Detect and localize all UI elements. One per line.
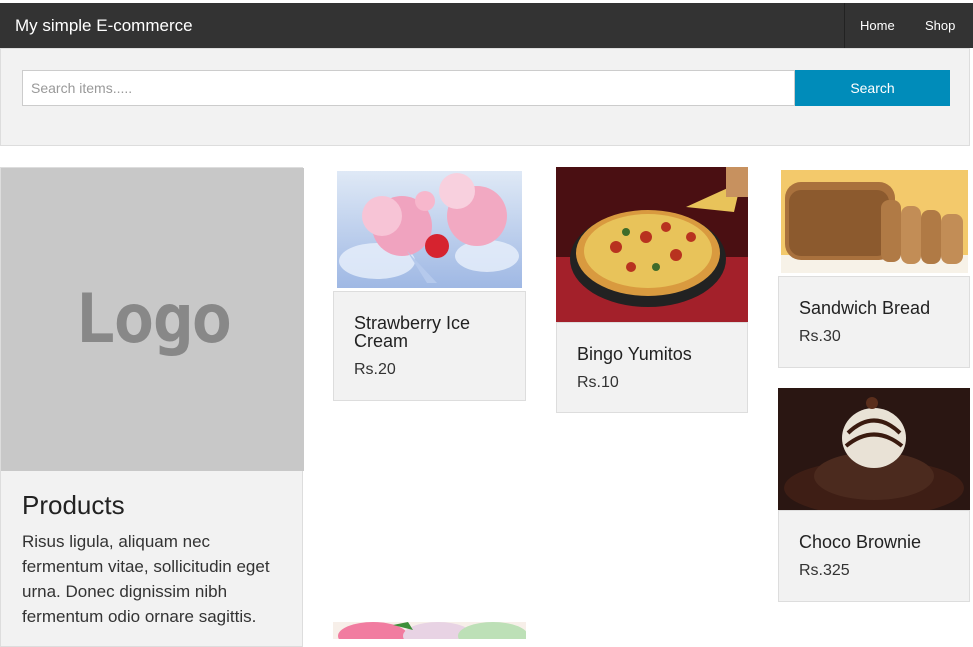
products-heading: Products: [22, 490, 125, 520]
product-card[interactable]: Strawberry Ice Cream Rs.20: [333, 291, 526, 401]
navbar: My simple E-commerce Home Shop: [0, 3, 973, 48]
pizza-image[interactable]: [556, 167, 748, 322]
product-card[interactable]: Bingo Yumitos Rs.10: [556, 322, 748, 413]
product-card[interactable]: Sandwich Bread Rs.30: [778, 276, 970, 368]
product-name[interactable]: Strawberry Ice Cream: [354, 314, 514, 350]
product-price: Rs.20: [354, 361, 396, 378]
logo-text: Logo: [74, 280, 233, 359]
products-description: Risus ligula, aliquam nec fermentum vita…: [22, 532, 270, 626]
nav-divider: [844, 3, 845, 48]
logo-placeholder: Logo: [1, 168, 304, 471]
nav-shop-link[interactable]: Shop: [925, 18, 955, 33]
product-price: Rs.10: [577, 374, 619, 391]
brand-title[interactable]: My simple E-commerce: [15, 16, 193, 36]
product-name[interactable]: Bingo Yumitos: [577, 345, 692, 363]
products-info-card: Logo Products Risus ligula, aliquam nec …: [0, 167, 304, 647]
product-price: Rs.325: [799, 562, 850, 579]
product-price: Rs.30: [799, 328, 841, 345]
product-name[interactable]: Sandwich Bread: [799, 299, 930, 317]
search-panel: Search: [0, 48, 970, 146]
bread-image[interactable]: [781, 170, 968, 273]
product-name[interactable]: Choco Brownie: [799, 533, 921, 551]
next-product-image[interactable]: [333, 622, 526, 639]
brownie-image[interactable]: [778, 388, 970, 510]
search-button[interactable]: Search: [795, 70, 950, 106]
search-input[interactable]: [22, 70, 795, 106]
strawberry-ice-cream-image[interactable]: [337, 171, 522, 288]
nav-home-link[interactable]: Home: [860, 18, 895, 33]
product-card[interactable]: Choco Brownie Rs.325: [778, 510, 970, 602]
